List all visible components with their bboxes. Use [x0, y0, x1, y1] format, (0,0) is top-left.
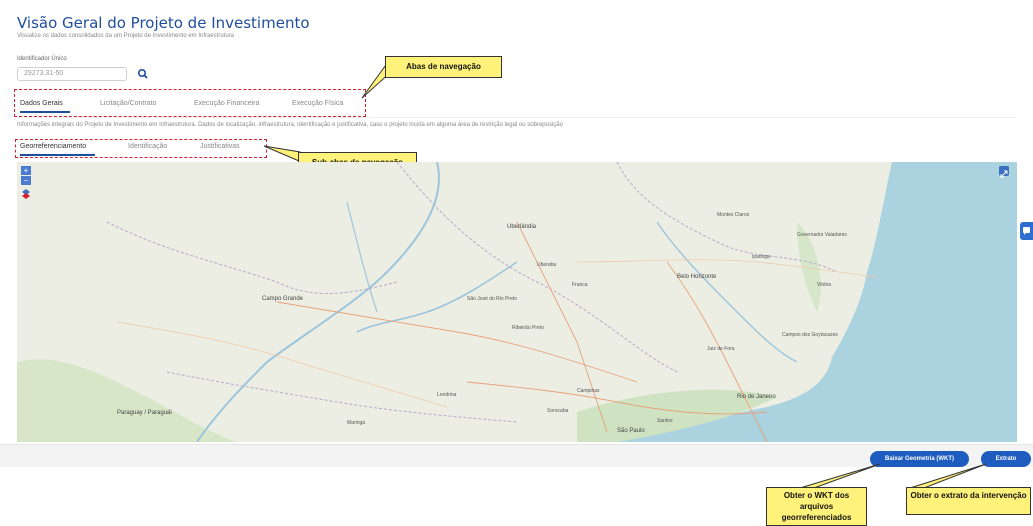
- map-label-montes-claros: Montes Claros: [717, 212, 750, 218]
- side-feedback-tab[interactable]: [1020, 222, 1033, 240]
- expand-icon: [1000, 170, 1008, 178]
- map-label-maringa: Maringá: [347, 420, 366, 426]
- map-base: [17, 162, 1017, 442]
- zoom-in-button[interactable]: +: [21, 166, 31, 175]
- map-label-paraguay: Paraguay / Paraguái: [117, 410, 172, 416]
- layers-icon[interactable]: [21, 188, 31, 200]
- map-label-ipatinga: Ipatinga: [752, 254, 770, 260]
- search-icon[interactable]: [136, 68, 150, 80]
- wkt-callout: Obter o WKT dos arquivos georreferenciad…: [766, 487, 867, 526]
- map-label-santos: Santos: [657, 418, 673, 424]
- identifier-input[interactable]: 29273.31-50: [17, 67, 127, 81]
- map-label-vitoria: Vitória: [817, 282, 832, 288]
- tabs-callout: Abas de navegação: [385, 56, 502, 78]
- map-label-campos: Campos dos Goytacazes: [782, 332, 838, 338]
- map-view[interactable]: + − Campo Grande Uberlândia Belo Horizon…: [17, 162, 1017, 442]
- subtabs-highlight-box: [15, 139, 267, 158]
- fullscreen-button[interactable]: [999, 166, 1009, 178]
- page-title: Visão Geral do Projeto de Investimento: [17, 14, 310, 32]
- tabs-highlight-box: [14, 89, 366, 117]
- tabs-divider: [17, 117, 1017, 118]
- map-label-ribeirao-preto: Ribeirão Preto: [512, 325, 544, 331]
- map-label-uberlandia: Uberlândia: [507, 224, 537, 230]
- map-label-campo-grande: Campo Grande: [262, 296, 304, 302]
- map-label-campinas: Campinas: [577, 388, 600, 394]
- map-label-londrina: Londrina: [437, 392, 457, 398]
- map-label-rio: Rio de Janeiro: [737, 394, 776, 400]
- map-label-belo-horizonte: Belo Horizonte: [677, 274, 717, 280]
- map-label-juiz-de-fora: Juiz de Fora: [707, 346, 735, 352]
- chat-icon: [1023, 227, 1030, 235]
- page-subtitle: Visualize os dados consolidados da um Pr…: [17, 33, 235, 39]
- identifier-label: Identificador Único: [17, 56, 67, 62]
- info-text: Informações integrais do Projeto de Inve…: [17, 122, 563, 128]
- map-label-governador: Governador Valadares: [797, 232, 847, 238]
- map-label-franca: Franca: [572, 282, 588, 288]
- extract-callout: Obter o extrato da intervenção: [906, 487, 1031, 515]
- map-label-sao-paulo: São Paulo: [617, 428, 645, 434]
- zoom-out-button[interactable]: −: [21, 176, 31, 185]
- map-label-sorocaba: Sorocaba: [547, 408, 569, 414]
- map-label-uberaba: Uberaba: [537, 262, 557, 268]
- map-label-sao-jose: São José do Rio Preto: [467, 296, 518, 302]
